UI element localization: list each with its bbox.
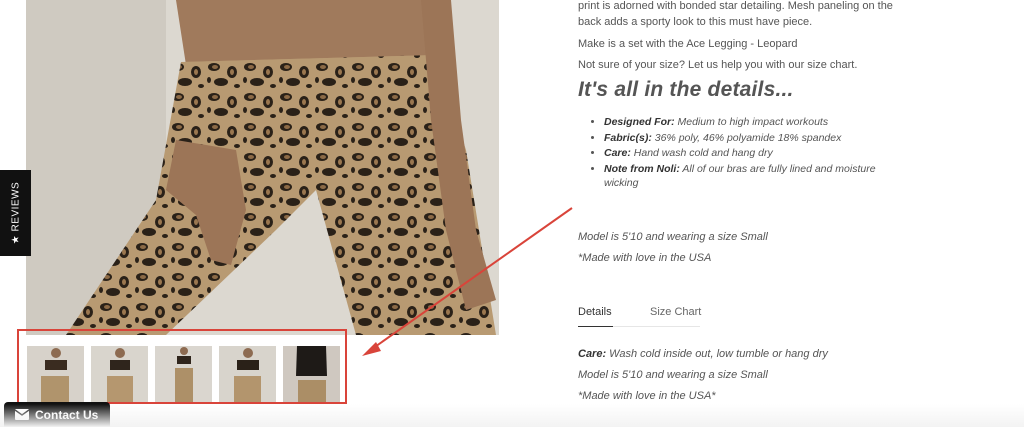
made-in-usa-note: *Made with love in the USA — [578, 252, 712, 264]
tab-model-note: Model is 5'10 and wearing a size Small — [578, 369, 768, 381]
contact-us-button[interactable]: Contact Us — [4, 402, 110, 427]
detail-designed-for: Designed For: Medium to high impact work… — [604, 115, 904, 130]
reviews-tab-label: ★ REVIEWS — [10, 181, 21, 245]
active-tab-indicator — [578, 326, 613, 327]
size-help-text: Not sure of your size? Let us help you w… — [578, 59, 858, 71]
description-line-1: print is adorned with bonded star detail… — [578, 0, 893, 12]
description-line-2: back adds a sporty look to this must hav… — [578, 16, 813, 28]
envelope-icon — [15, 409, 29, 420]
annotation-arrow — [362, 207, 573, 356]
tab-size-chart[interactable]: Size Chart — [650, 306, 701, 318]
tab-care-text: Care: Wash cold inside out, low tumble o… — [578, 348, 828, 360]
detail-fabric: Fabric(s): 36% poly, 46% polyamide 18% s… — [604, 131, 904, 146]
detail-care: Care: Hand wash cold and hang dry — [604, 146, 904, 161]
tab-made-note: *Made with love in the USA* — [578, 390, 716, 402]
model-size-note: Model is 5'10 and wearing a size Small — [578, 231, 768, 243]
details-list: Designed For: Medium to high impact work… — [584, 115, 904, 192]
contact-us-label: Contact Us — [35, 408, 99, 422]
set-note: Make is a set with the Ace Legging - Leo… — [578, 38, 798, 50]
reviews-side-tab[interactable]: ★ REVIEWS — [0, 170, 31, 256]
tab-details[interactable]: Details — [578, 306, 612, 318]
details-heading: It's all in the details... — [578, 78, 794, 101]
detail-note-from-noli: Note from Noli: All of our bras are full… — [604, 162, 904, 191]
